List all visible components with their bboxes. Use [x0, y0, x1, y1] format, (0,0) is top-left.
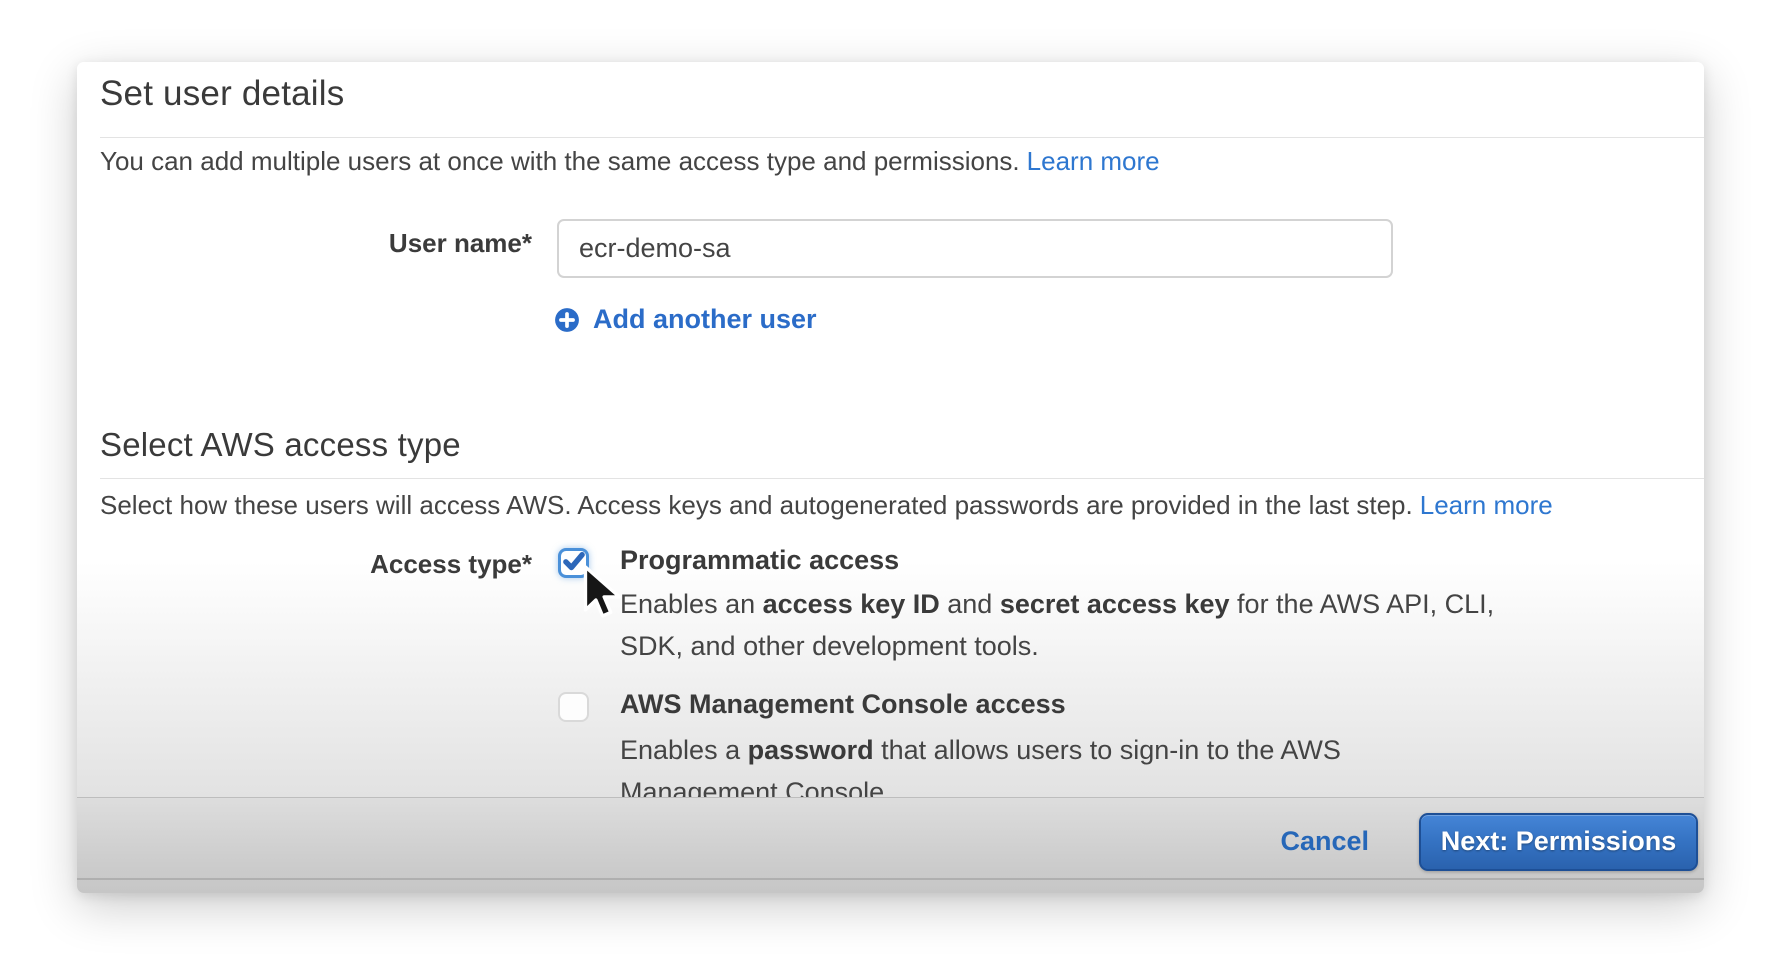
desc-text: Enables an: [620, 589, 763, 619]
section-divider: [100, 478, 1704, 479]
add-another-user-label: Add another user: [593, 304, 817, 335]
next-permissions-button[interactable]: Next: Permissions: [1419, 813, 1698, 871]
learn-more-link-user-details[interactable]: Learn more: [1027, 146, 1160, 176]
user-details-intro: You can add multiple users at once with …: [100, 146, 1160, 177]
console-access-checkbox[interactable]: [558, 692, 589, 722]
section-divider: [100, 137, 1704, 138]
desc-text: and: [940, 589, 1000, 619]
user-details-intro-text: You can add multiple users at once with …: [100, 146, 1020, 176]
console-access-label[interactable]: AWS Management Console access: [620, 689, 1066, 720]
access-type-intro-text: Select how these users will access AWS. …: [100, 490, 1413, 520]
add-another-user-button[interactable]: Add another user: [554, 304, 817, 335]
access-type-intro: Select how these users will access AWS. …: [100, 490, 1553, 521]
wizard-footer: Cancel Next: Permissions: [77, 797, 1704, 893]
section-heading-user-details: Set user details: [100, 74, 344, 114]
cancel-button[interactable]: Cancel: [1280, 826, 1369, 857]
desc-text-bold: access key ID: [763, 589, 940, 619]
programmatic-access-checkbox[interactable]: [558, 548, 589, 578]
learn-more-link-access-type[interactable]: Learn more: [1420, 490, 1553, 520]
user-name-input[interactable]: [557, 219, 1393, 278]
desc-text-bold: password: [748, 735, 874, 765]
add-user-wizard-card: Set user details You can add multiple us…: [77, 62, 1704, 893]
plus-circle-icon: [554, 307, 580, 333]
user-name-label: User name*: [100, 228, 532, 259]
desc-text: Enables a: [620, 735, 748, 765]
page-background: Set user details You can add multiple us…: [0, 0, 1786, 974]
desc-text-bold: secret access key: [1000, 589, 1230, 619]
access-type-label: Access type*: [100, 549, 532, 580]
programmatic-access-label[interactable]: Programmatic access: [620, 545, 899, 576]
checkmark-icon: [561, 548, 587, 579]
section-heading-access-type: Select AWS access type: [100, 426, 461, 464]
programmatic-access-description: Enables an access key ID and secret acce…: [620, 583, 1505, 667]
